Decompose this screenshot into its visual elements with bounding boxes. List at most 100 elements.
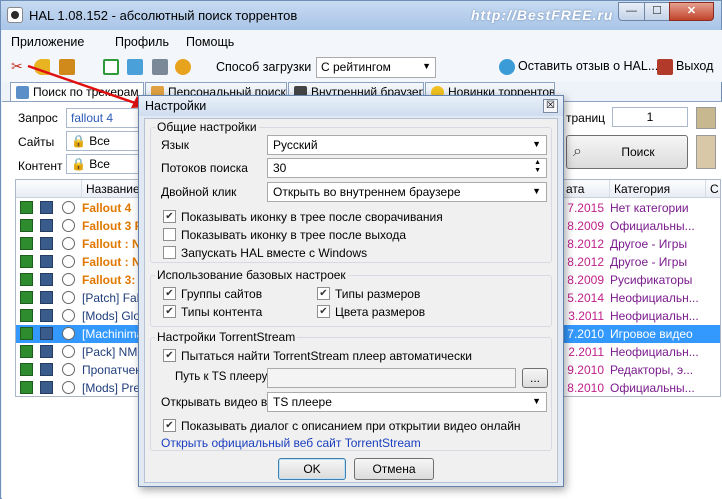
threads-spinner[interactable]: 30 ▲ ▼	[267, 158, 547, 178]
download-icon[interactable]	[20, 291, 33, 304]
watermark: http://BestFREE.ru	[471, 7, 614, 23]
torrentstream-site-link[interactable]: Открыть официальный веб сайт TorrentStre…	[161, 436, 421, 450]
size-colors-checkbox[interactable]: ✔ Цвета размеров	[317, 304, 467, 320]
row-category: Неофициальн...	[610, 345, 699, 359]
open-video-value: TS плеере	[273, 395, 332, 409]
dialog-title: Настройки	[145, 99, 207, 113]
download-mode-select[interactable]: С рейтингом ▼	[316, 57, 436, 78]
dblclick-select[interactable]: Открыть во внутреннем браузере ▼	[267, 182, 547, 202]
dialog-title-bar[interactable]: Настройки ☒	[139, 96, 563, 116]
play-icon[interactable]	[62, 201, 75, 214]
search-button[interactable]: ⌕ Поиск	[566, 135, 688, 169]
feedback-button[interactable]: Оставить отзыв о HAL...	[518, 59, 658, 73]
open-video-select[interactable]: TS плеере ▼	[267, 392, 547, 412]
find-player-checkbox[interactable]: ✔ Пытаться найти TorrentStream плеер авт…	[163, 348, 548, 364]
spinner-arrows-icon[interactable]: ▲ ▼	[534, 159, 541, 175]
chevron-down-icon: ▼	[532, 139, 541, 149]
checkbox-box: ✔	[317, 287, 330, 300]
play-icon[interactable]	[62, 237, 75, 250]
settings-dialog: Настройки ☒ Общие настройки Язык Русский…	[138, 95, 564, 487]
play-icon[interactable]	[62, 219, 75, 232]
checkbox-label: Типы размеров	[335, 287, 421, 301]
download-icon[interactable]	[20, 327, 33, 340]
save-icon[interactable]	[40, 291, 53, 304]
download-icon[interactable]	[20, 201, 33, 214]
row-name: Fallout 3 F	[82, 219, 138, 233]
browse-button[interactable]: ...	[522, 368, 548, 388]
play-icon[interactable]	[62, 345, 75, 358]
play-icon[interactable]	[62, 273, 75, 286]
tray-exit-checkbox[interactable]: Показывать иконку в трее после выхода	[163, 227, 543, 243]
download-icon[interactable]	[20, 381, 33, 394]
row-name: [Machinima	[82, 327, 138, 341]
column-header-icons[interactable]	[16, 180, 82, 198]
row-name: Fallout 3:	[82, 273, 136, 287]
dialog-close-button[interactable]: ☒	[543, 99, 558, 113]
play-icon[interactable]	[62, 291, 75, 304]
size-types-checkbox[interactable]: ✔ Типы размеров	[317, 286, 467, 302]
sites-select[interactable]: 🔒 Все	[66, 131, 141, 151]
checkbox-label: Показывать иконку в трее после сворачива…	[181, 210, 443, 224]
save-icon[interactable]	[40, 237, 53, 250]
menu-application[interactable]: Приложение	[11, 35, 84, 49]
menu-help[interactable]: Помощь	[186, 35, 234, 49]
checkbox-box: ✔	[163, 210, 176, 223]
download-icon[interactable]	[20, 273, 33, 286]
download-icon[interactable]	[20, 219, 33, 232]
checkbox-box	[163, 228, 176, 241]
play-icon[interactable]	[62, 255, 75, 268]
play-icon[interactable]	[62, 327, 75, 340]
column-header-category[interactable]: Категория	[610, 180, 706, 198]
download-mode-value: С рейтингом	[321, 60, 391, 74]
close-button[interactable]: ✕	[669, 2, 714, 21]
save-icon[interactable]	[40, 201, 53, 214]
save-icon[interactable]	[40, 255, 53, 268]
play-icon[interactable]	[62, 381, 75, 394]
language-select[interactable]: Русский ▼	[267, 135, 547, 155]
row-category: Русификаторы	[610, 273, 693, 287]
save-icon[interactable]	[40, 327, 53, 340]
threads-value: 30	[273, 161, 287, 175]
group-title: Использование базовых настроек	[155, 268, 348, 282]
autostart-checkbox[interactable]: Запускать HAL вместе с Windows	[163, 245, 543, 261]
checkbox-box	[163, 246, 176, 259]
language-value: Русский	[273, 138, 318, 152]
open-video-label: Открывать видео в	[161, 395, 268, 409]
save-icon[interactable]	[40, 363, 53, 376]
download-icon[interactable]	[20, 255, 33, 268]
download-icon[interactable]	[20, 363, 33, 376]
title-bar[interactable]: HAL 1.08.152 - абсолютный поиск торренто…	[1, 1, 721, 30]
tray-minimize-checkbox[interactable]: ✔ Показывать иконку в трее после сворачи…	[163, 209, 543, 225]
play-icon[interactable]	[62, 309, 75, 322]
save-icon[interactable]	[40, 345, 53, 358]
row-category: Нет категории	[610, 201, 689, 215]
content-label: Контент	[18, 159, 63, 173]
player-path-input[interactable]	[267, 368, 516, 388]
cancel-button[interactable]: Отмена	[354, 458, 434, 480]
row-name: [Patch] Falle	[82, 291, 138, 305]
minimize-button[interactable]: —	[618, 2, 645, 21]
download-icon[interactable]	[20, 309, 33, 322]
save-icon[interactable]	[40, 381, 53, 394]
show-dialog-checkbox[interactable]: ✔ Показывать диалог с описанием при откр…	[163, 418, 548, 434]
save-icon[interactable]	[40, 273, 53, 286]
chevron-down-icon: ▼	[422, 61, 431, 71]
exit-button[interactable]: Выход	[676, 59, 713, 73]
download-icon[interactable]	[20, 237, 33, 250]
ok-button[interactable]: OK	[278, 458, 346, 480]
language-label: Язык	[161, 138, 190, 152]
column-header-size[interactable]: С	[706, 180, 720, 198]
play-icon[interactable]	[62, 363, 75, 376]
menu-profile[interactable]: Профиль	[115, 35, 169, 49]
maximize-button[interactable]: ☐	[644, 2, 670, 21]
content-types-checkbox[interactable]: ✔ Типы контента	[163, 304, 313, 320]
download-icon[interactable]	[20, 345, 33, 358]
column-header-date[interactable]: ата	[562, 180, 610, 198]
dblclick-label: Двойной клик	[161, 185, 237, 199]
pages-input[interactable]: 1	[612, 107, 688, 127]
content-select[interactable]: 🔒 Все	[66, 154, 141, 174]
save-icon[interactable]	[40, 309, 53, 322]
checkbox-label: Цвета размеров	[335, 305, 426, 319]
save-icon[interactable]	[40, 219, 53, 232]
site-groups-checkbox[interactable]: ✔ Группы сайтов	[163, 286, 313, 302]
